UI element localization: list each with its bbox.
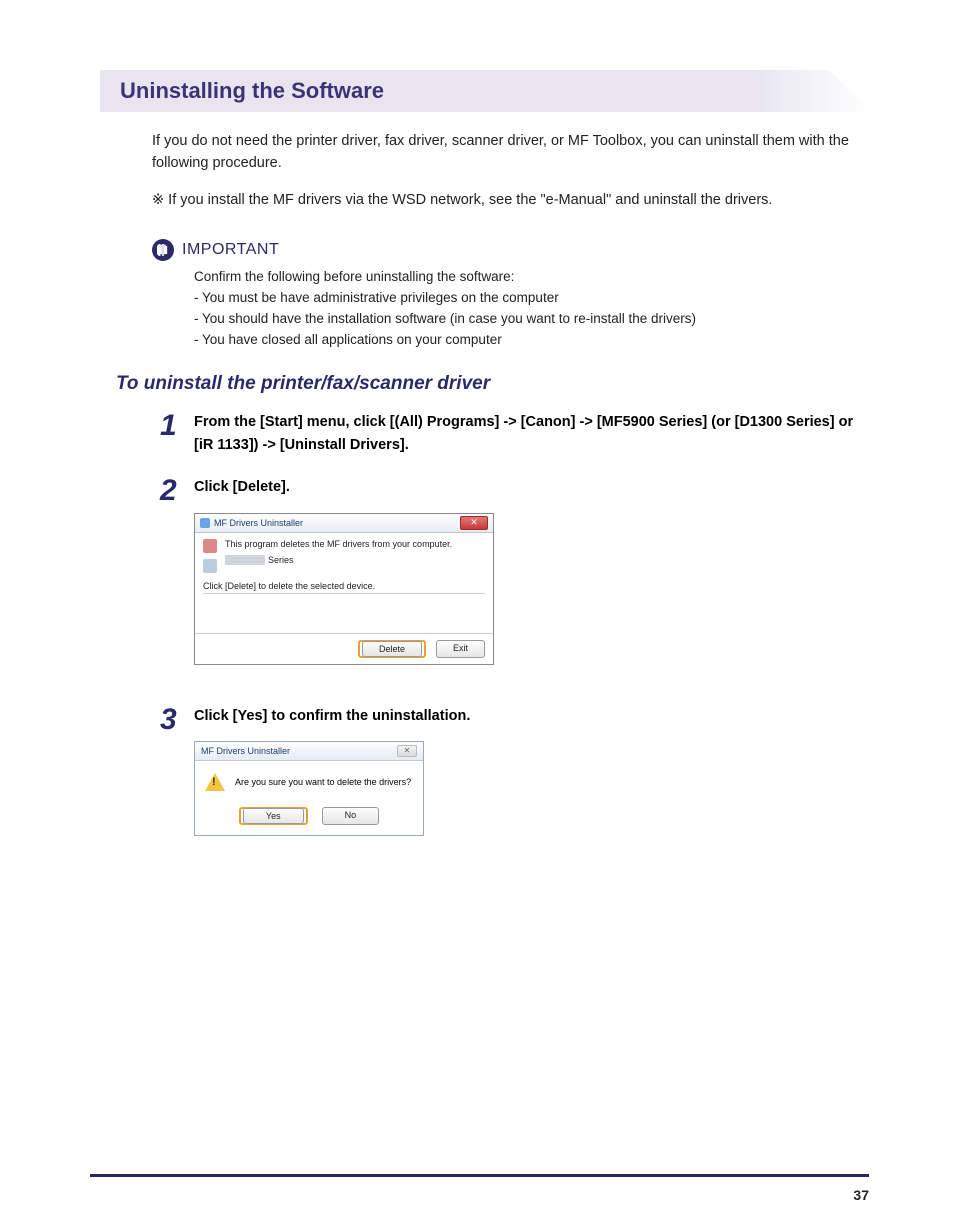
subsection-heading: To uninstall the printer/fax/scanner dri… — [116, 373, 869, 395]
step-text: Click [Delete]. — [194, 476, 869, 498]
step-number: 2 — [160, 474, 194, 684]
section-header: Uninstalling the Software — [100, 70, 869, 112]
important-line: Confirm the following before uninstallin… — [194, 267, 869, 288]
confirm-dialog: MF Drivers Uninstaller ✕ Are you sure yo… — [194, 741, 424, 836]
printer-icon — [203, 539, 217, 553]
uninstaller-dialog: MF Drivers Uninstaller ✕ This program de… — [194, 513, 494, 665]
step-text: From the [Start] menu, click [(All) Prog… — [194, 411, 869, 456]
app-icon — [200, 518, 210, 528]
highlight-ring: Yes — [239, 807, 308, 825]
step-3: 3 Click [Yes] to confirm the uninstallat… — [160, 703, 869, 856]
step-1: 1 From the [Start] menu, click [(All) Pr… — [160, 409, 869, 456]
important-line: - You must be have administrative privil… — [194, 288, 869, 309]
step-number: 1 — [160, 409, 194, 456]
important-label: IMPORTANT — [182, 241, 279, 259]
close-icon[interactable]: ✕ — [397, 745, 417, 757]
device-icon — [203, 559, 217, 573]
dialog-message: This program deletes the MF drivers from… — [225, 539, 452, 549]
yes-button[interactable]: Yes — [243, 808, 304, 824]
important-block: IMPORTANT Confirm the following before u… — [152, 239, 869, 351]
important-line: - You should have the installation softw… — [194, 309, 869, 330]
exit-button[interactable]: Exit — [436, 640, 485, 658]
warning-icon — [205, 773, 225, 791]
dialog-titlebar: MF Drivers Uninstaller ✕ — [195, 514, 493, 533]
step-text: Click [Yes] to confirm the uninstallatio… — [194, 705, 869, 727]
step-2: 2 Click [Delete]. MF Drivers Uninstaller… — [160, 474, 869, 684]
step-number: 3 — [160, 703, 194, 856]
important-icon — [152, 239, 174, 261]
confirm-message: Are you sure you want to delete the driv… — [235, 777, 411, 787]
page-number: 37 — [853, 1187, 869, 1203]
dialog-title-text: MF Drivers Uninstaller — [201, 746, 290, 756]
wsd-note: ※ If you install the MF drivers via the … — [152, 189, 869, 211]
device-list[interactable] — [203, 593, 485, 629]
dialog-titlebar: MF Drivers Uninstaller ✕ — [195, 742, 423, 761]
series-label: XXXXSeries — [225, 555, 452, 565]
delete-button[interactable]: Delete — [362, 641, 422, 657]
section-title: Uninstalling the Software — [120, 78, 849, 104]
footer-rule — [90, 1174, 869, 1177]
dialog-instruction: Click [Delete] to delete the selected de… — [203, 581, 485, 591]
important-line: - You have closed all applications on yo… — [194, 330, 869, 351]
highlight-ring: Delete — [358, 640, 426, 658]
intro-paragraph: If you do not need the printer driver, f… — [152, 130, 869, 175]
dialog-title-text: MF Drivers Uninstaller — [214, 518, 303, 528]
no-button[interactable]: No — [322, 807, 380, 825]
close-icon[interactable]: ✕ — [460, 516, 488, 530]
